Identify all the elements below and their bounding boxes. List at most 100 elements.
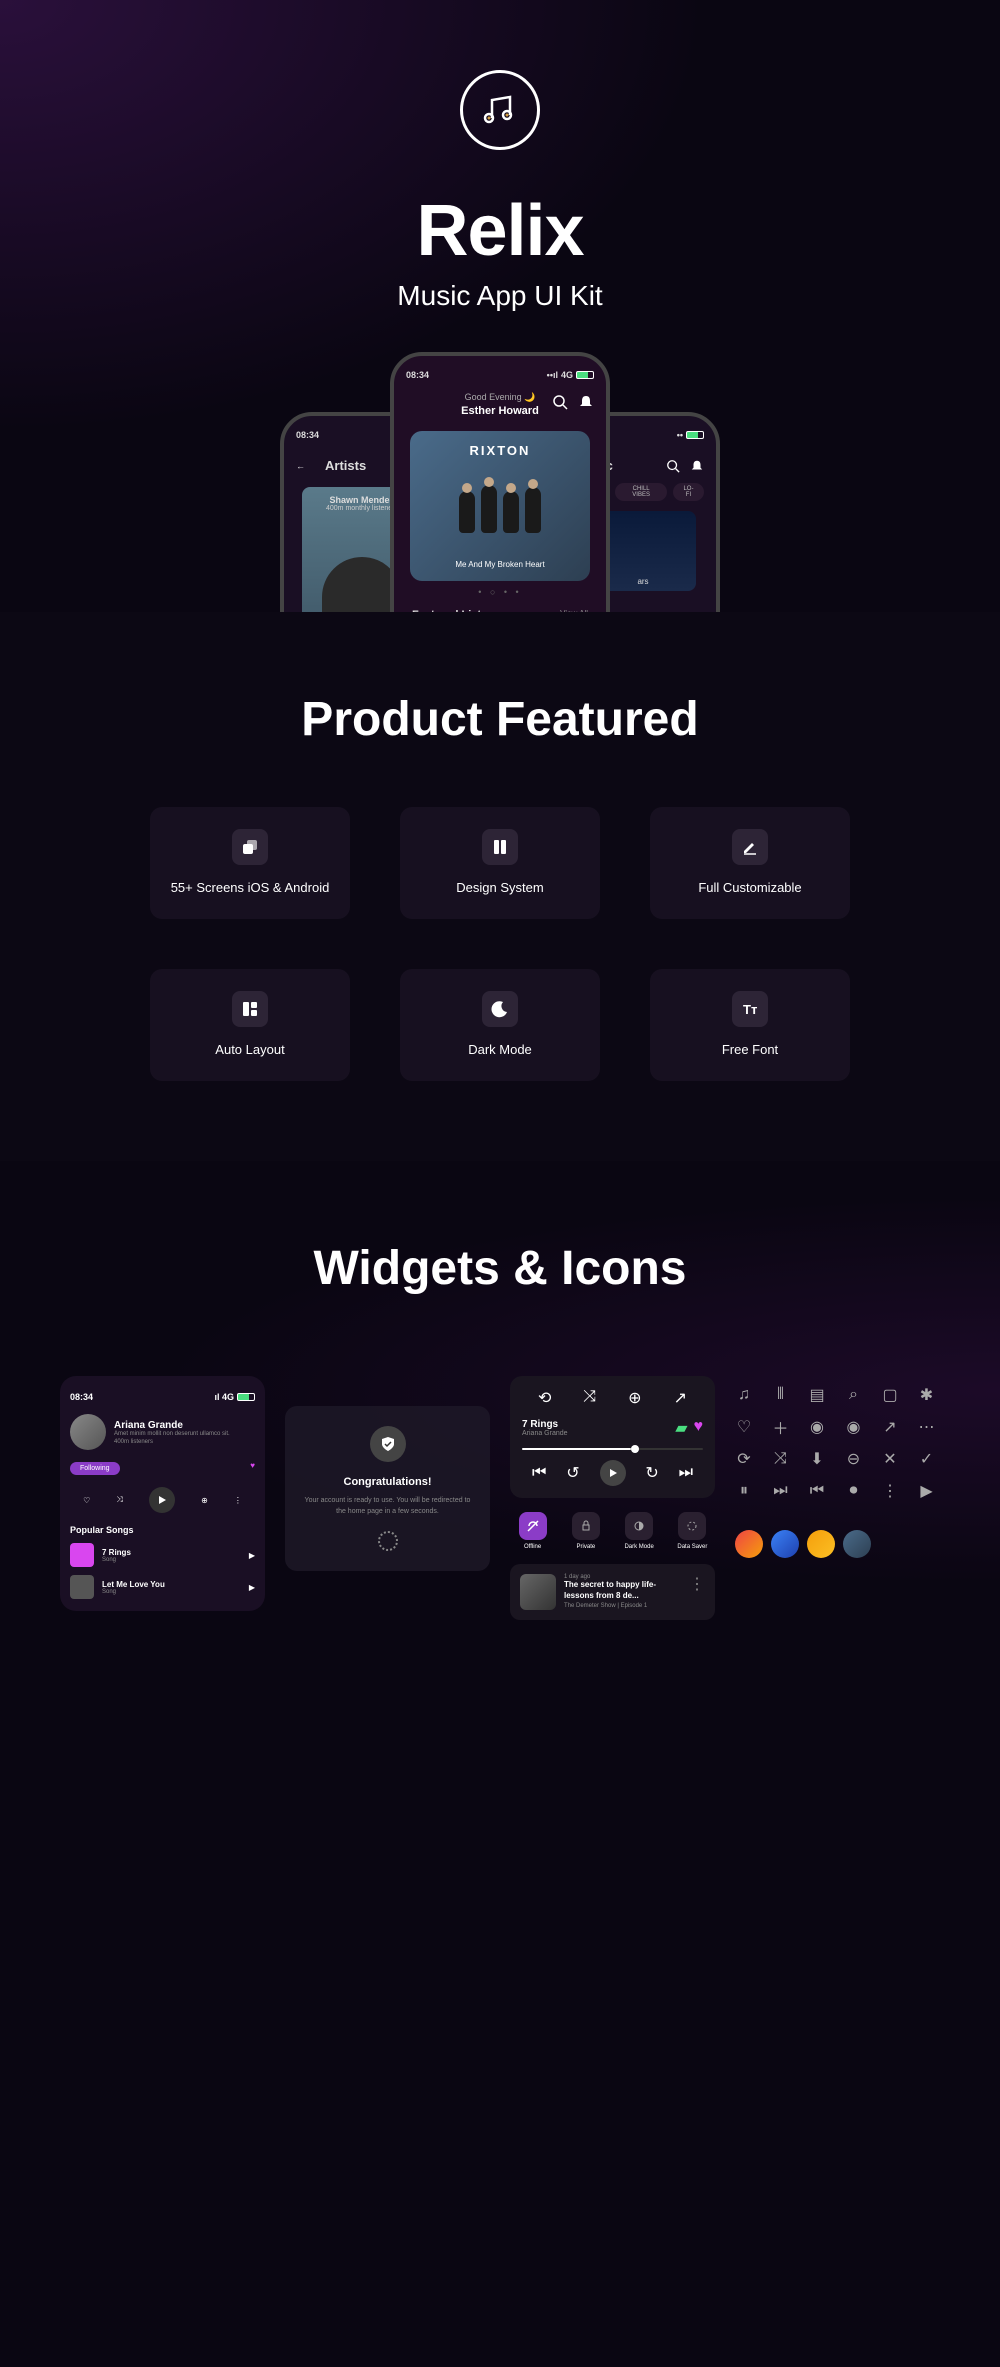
features-section: Product Featured 55+ Screens iOS & Andro… [0,612,1000,1161]
heart-icon[interactable]: ♥ [250,1461,255,1470]
song-thumb [70,1543,94,1567]
feature-label: 55+ Screens iOS & Android [171,879,330,897]
repeat-icon[interactable]: ⟲ [538,1388,551,1408]
feature-label: Free Font [722,1041,778,1059]
more-icon[interactable]: ⋮ [234,1496,242,1505]
shuffle-icon: ⤨ [772,1450,790,1468]
track-artist: Ariana Grande [522,1430,568,1437]
band-photo [459,485,541,533]
time-label: 08:34 [70,1392,93,1402]
progress-bar[interactable] [522,1448,703,1450]
view-all-link[interactable]: View All [560,609,588,612]
pause-icon: ⏸ [735,1482,753,1500]
carousel-dots[interactable]: • ○ • • [406,587,594,597]
skip-back-icon: ⏮ [808,1482,826,1500]
greeting-label: Good Evening [465,392,522,402]
feature-label: Dark Mode [468,1041,532,1059]
shuffle-icon[interactable]: ⤨ [116,1495,122,1505]
music-icon: ♫ [735,1386,753,1404]
song-row[interactable]: 7 Rings Song ▶ [70,1543,255,1567]
user-icon: ◉ [845,1418,863,1436]
artist-profile-widget: 08:34 ıl 4G Ariana Grande Amet minim mol… [60,1376,265,1611]
back-icon[interactable]: ← [296,461,305,471]
podcast-sub: The Demeter Show | Episode 1 [564,1603,681,1609]
dots-icon: ⋯ [918,1418,936,1436]
artist-avatar[interactable] [70,1414,106,1450]
add-icon[interactable]: ⊕ [628,1388,641,1408]
song-sub: Song [102,1589,241,1595]
feature-design-system: Design System [400,807,600,919]
swatch-orange [807,1530,835,1558]
like-icon[interactable]: ♡ [83,1496,90,1505]
play-button[interactable] [600,1460,626,1486]
search-icon[interactable] [552,394,568,410]
data-saver-icon[interactable] [678,1512,706,1540]
features-heading: Product Featured [100,692,900,747]
follow-button[interactable]: Following [70,1462,120,1475]
podcast-card[interactable]: 1 day ago The secret to happy life-lesso… [510,1564,715,1620]
product-subtitle: Music App UI Kit [0,280,1000,312]
shuffle-icon[interactable]: ⤨ [583,1388,596,1408]
feature-auto-layout: Auto Layout [150,969,350,1081]
signal-icon: ıl 4G [214,1392,234,1402]
feature-label: Full Customizable [698,879,801,897]
featured-album-card[interactable]: RIXTON Me And My Broken Heart [410,431,590,581]
equalizer-icon: ⫴ [772,1386,790,1404]
play-button[interactable] [149,1487,175,1513]
dots-v-icon: ⋮ [881,1482,899,1500]
icon-grid: ♫ ⫴ ▤ ⌕ ▢ ✱ ♡ ＋ ◉ ◉ ↗ ⋯ ⟳ ⤨ ⬇ ⊖ ✕ ✓ ⏸ ⏭ [735,1376,940,1510]
forward-icon[interactable]: ⏭ [679,1464,693,1482]
voice-icon: ⏺ [845,1482,863,1500]
back-15-icon[interactable]: ↺ [566,1463,579,1483]
congrats-title: Congratulations! [299,1476,476,1488]
close-icon: ✕ [881,1450,899,1468]
minus-icon: ⊖ [845,1450,863,1468]
gear-icon: ✱ [918,1386,936,1404]
battery-icon [237,1393,255,1401]
edit-icon [732,829,768,865]
chat-icon[interactable]: ▰ [675,1418,687,1438]
heart-icon[interactable]: ♥ [694,1418,704,1438]
chip-chill[interactable]: CHILL VIBES [615,483,667,501]
track-title: 7 Rings [522,1419,568,1430]
play-icon[interactable]: ▶ [249,1583,255,1592]
widgets-heading: Widgets & Icons [60,1241,940,1296]
song-title: 7 Rings [102,1548,241,1557]
battery-icon [576,371,594,379]
download-icon: ⬇ [808,1450,826,1468]
song-sub: Song [102,1557,241,1563]
rewind-icon[interactable]: ⏮ [532,1464,546,1482]
more-icon[interactable]: ⋮ [689,1574,705,1610]
bell-icon[interactable] [690,459,704,473]
time-label: 08:34 [406,370,429,380]
user-icon: ◉ [808,1418,826,1436]
forward-15-icon[interactable]: ↻ [645,1463,658,1483]
bell-icon[interactable] [578,394,594,410]
add-icon[interactable]: ⊕ [201,1496,208,1505]
search-icon[interactable] [666,459,680,473]
podcast-title: The secret to happy life-lessons from 8 … [564,1580,681,1601]
heart-icon: ♡ [735,1418,753,1436]
color-swatches [735,1530,940,1558]
share-icon[interactable]: ↗ [674,1388,687,1408]
mode-toggles: Offline Private Dark Mode Data Saver [510,1512,715,1550]
phone-mockups: 08:34 •• ← Artists Shawn Mendes 400m mon… [0,352,1000,612]
mode-label: Data Saver [677,1544,707,1550]
dark-mode-icon[interactable] [625,1512,653,1540]
play-icon: ▶ [918,1482,936,1500]
bookmark-icon: ▤ [808,1386,826,1404]
swatch-gray [843,1530,871,1558]
offline-icon[interactable] [519,1512,547,1540]
mode-label: Private [577,1544,596,1550]
skip-icon: ⏭ [772,1482,790,1500]
song-row[interactable]: Let Me Love You Song ▶ [70,1575,255,1599]
time-label: 08:34 [296,430,319,440]
private-icon[interactable] [572,1512,600,1540]
battery-icon [686,431,704,439]
design-system-icon [482,829,518,865]
artist-listeners: 400m listeners [114,1439,255,1445]
plus-icon: ＋ [772,1418,790,1436]
mode-label: Dark Mode [624,1544,653,1550]
chip-lofi[interactable]: LO-FI [673,483,704,501]
play-icon[interactable]: ▶ [249,1551,255,1560]
